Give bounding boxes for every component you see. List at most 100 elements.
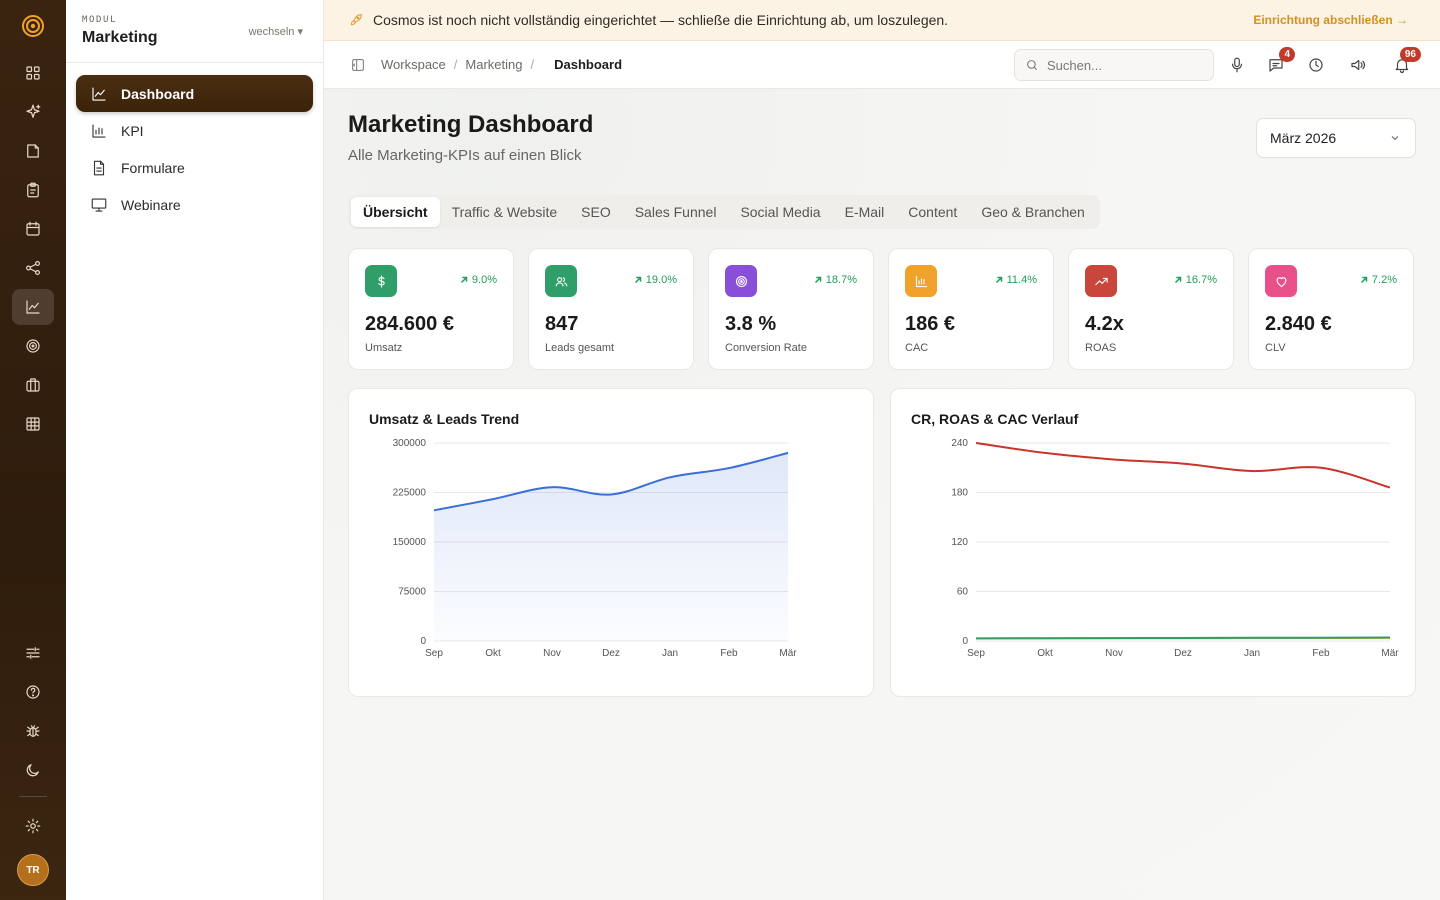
rail-table-icon[interactable] bbox=[12, 406, 54, 442]
messages-icon[interactable]: 4 bbox=[1267, 47, 1295, 74]
arrow-up-right-icon bbox=[1174, 276, 1182, 284]
finish-setup-link[interactable]: Einrichtung abschließen → bbox=[1253, 13, 1408, 27]
rail-note-icon[interactable] bbox=[12, 133, 54, 169]
kpi-card-umsatz[interactable]: 9.0% 284.600 € Umsatz bbox=[348, 248, 514, 370]
kpi-change: 16.7% bbox=[1173, 274, 1217, 286]
kpi-value: 3.8 % bbox=[725, 313, 777, 335]
arrow-up-right-icon bbox=[995, 276, 1002, 284]
search-input[interactable] bbox=[1047, 57, 1197, 73]
arrow-up-right-icon bbox=[634, 276, 642, 284]
nav-item-label: Webinare bbox=[121, 196, 181, 213]
breadcrumb-workspace[interactable]: Workspace bbox=[381, 57, 446, 72]
kpi-label: ROAS bbox=[1085, 342, 1117, 354]
tab-sales-funnel[interactable]: Sales Funnel bbox=[623, 197, 729, 227]
rail-clipboard-icon[interactable] bbox=[12, 172, 54, 208]
kpi-card-roas[interactable]: 16.7% 4.2x ROAS bbox=[1068, 248, 1234, 370]
x-tick-label: Sep bbox=[967, 648, 985, 659]
avatar[interactable]: TR bbox=[17, 854, 49, 886]
rail-calendar-icon[interactable] bbox=[12, 211, 54, 247]
trending-up-icon bbox=[1085, 265, 1117, 297]
top-bar: Workspace / Marketing / Dashboard 4 96 bbox=[324, 41, 1440, 89]
rail-grid-icon[interactable] bbox=[12, 55, 54, 91]
x-tick-label: Okt bbox=[1037, 648, 1053, 659]
nav-item-webinare[interactable]: Webinare bbox=[76, 186, 313, 223]
page-title: Marketing Dashboard bbox=[348, 111, 594, 138]
rail-sliders-icon[interactable] bbox=[12, 635, 54, 671]
kpi-label: Leads gesamt bbox=[545, 342, 615, 354]
tab-geo-branchen[interactable]: Geo & Branchen bbox=[969, 197, 1097, 227]
breadcrumb-separator: / bbox=[530, 57, 535, 72]
nav-item-label: Dashboard bbox=[121, 85, 195, 102]
kpi-card-leads[interactable]: 19.0% 847 Leads gesamt bbox=[528, 248, 694, 370]
bell-icon[interactable]: 96 bbox=[1393, 47, 1421, 74]
document-icon bbox=[93, 160, 105, 175]
tab-traffic-website[interactable]: Traffic & Website bbox=[440, 197, 570, 227]
kpi-card-clv[interactable]: 7.2% 2.840 € CLV bbox=[1248, 248, 1414, 370]
x-tick-label: Mär bbox=[779, 648, 797, 659]
arrow-up-right-icon bbox=[814, 276, 822, 284]
heart-icon bbox=[1265, 265, 1297, 297]
breadcrumb-marketing[interactable]: Marketing bbox=[465, 57, 522, 72]
bar-chart-icon bbox=[905, 265, 937, 297]
search-icon bbox=[1027, 60, 1038, 71]
nav-item-kpi[interactable]: KPI bbox=[76, 112, 313, 149]
rail-settings-icon[interactable] bbox=[12, 808, 54, 844]
notifications-badge: 96 bbox=[1399, 47, 1421, 62]
module-switch-button[interactable]: wechseln ▾ bbox=[249, 25, 303, 38]
cosmos-logo-icon[interactable] bbox=[21, 14, 45, 38]
kpi-value: 2.840 € bbox=[1265, 313, 1332, 335]
rail-divider bbox=[19, 796, 47, 797]
tab-seo[interactable]: SEO bbox=[569, 197, 623, 227]
rail-target-icon[interactable] bbox=[12, 328, 54, 364]
x-tick-label: Dez bbox=[1174, 648, 1192, 659]
tab-social-media[interactable]: Social Media bbox=[728, 197, 832, 227]
arrow-up-right-icon bbox=[1360, 276, 1368, 284]
tab-email[interactable]: E-Mail bbox=[833, 197, 897, 227]
chevron-down-icon bbox=[1391, 136, 1399, 141]
kpi-label: Umsatz bbox=[365, 342, 403, 354]
rail-share-icon[interactable] bbox=[12, 250, 54, 286]
kpi-card-cac[interactable]: 11.4% 186 € CAC bbox=[888, 248, 1054, 370]
kpi-label: CLV bbox=[1265, 342, 1286, 354]
tab-content[interactable]: Content bbox=[896, 197, 969, 227]
microphone-icon[interactable] bbox=[1228, 56, 1246, 74]
y-tick-label: 60 bbox=[957, 587, 969, 598]
speaker-icon[interactable] bbox=[1349, 56, 1367, 74]
module-nav: Dashboard KPI Formulare Webinare bbox=[66, 63, 323, 235]
series-line bbox=[975, 636, 1391, 640]
x-tick-label: Sep bbox=[425, 648, 443, 659]
sidebar-toggle-icon[interactable] bbox=[350, 57, 366, 73]
kpi-card-conversion-rate[interactable]: 18.7% 3.8 % Conversion Rate bbox=[708, 248, 874, 370]
breadcrumb: Workspace / Marketing / Dashboard bbox=[381, 57, 622, 72]
rail-analytics-icon[interactable] bbox=[12, 289, 54, 325]
breadcrumb-separator: / bbox=[453, 57, 458, 72]
rail-briefcase-icon[interactable] bbox=[12, 367, 54, 403]
y-tick-label: 75000 bbox=[398, 587, 426, 598]
kpi-label: Conversion Rate bbox=[725, 342, 807, 354]
kpi-change: 19.0% bbox=[633, 274, 677, 286]
kpi-change: 11.4% bbox=[994, 274, 1037, 286]
presentation-icon bbox=[91, 197, 107, 212]
rail-sparkles-icon[interactable] bbox=[12, 94, 54, 130]
rail-bug-icon[interactable] bbox=[12, 713, 54, 749]
bar-chart-icon bbox=[92, 123, 106, 138]
month-select[interactable]: März 2026 bbox=[1256, 118, 1416, 158]
setup-banner: Cosmos ist noch nicht vollständig einger… bbox=[324, 0, 1440, 41]
search-box[interactable] bbox=[1014, 49, 1214, 81]
rail-moon-icon[interactable] bbox=[12, 752, 54, 788]
dashboard-tabs: Übersicht Traffic & Website SEO Sales Fu… bbox=[348, 195, 1100, 229]
x-tick-label: Feb bbox=[1312, 648, 1330, 659]
module-header: MODUL Marketing wechseln ▾ bbox=[66, 0, 323, 63]
y-tick-label: 300000 bbox=[393, 438, 427, 449]
rail-help-icon[interactable] bbox=[12, 674, 54, 710]
users-icon bbox=[545, 265, 577, 297]
x-tick-label: Jan bbox=[662, 648, 678, 659]
nav-item-dashboard[interactable]: Dashboard bbox=[76, 75, 313, 112]
tab-uebersicht[interactable]: Übersicht bbox=[351, 197, 440, 227]
nav-item-formulare[interactable]: Formulare bbox=[76, 149, 313, 186]
kpi-change: 9.0% bbox=[459, 274, 497, 286]
rocket-icon bbox=[350, 14, 362, 26]
history-icon[interactable] bbox=[1307, 56, 1325, 74]
y-tick-label: 150000 bbox=[393, 537, 427, 548]
main-content: Marketing Dashboard Alle Marketing-KPIs … bbox=[324, 89, 1440, 900]
